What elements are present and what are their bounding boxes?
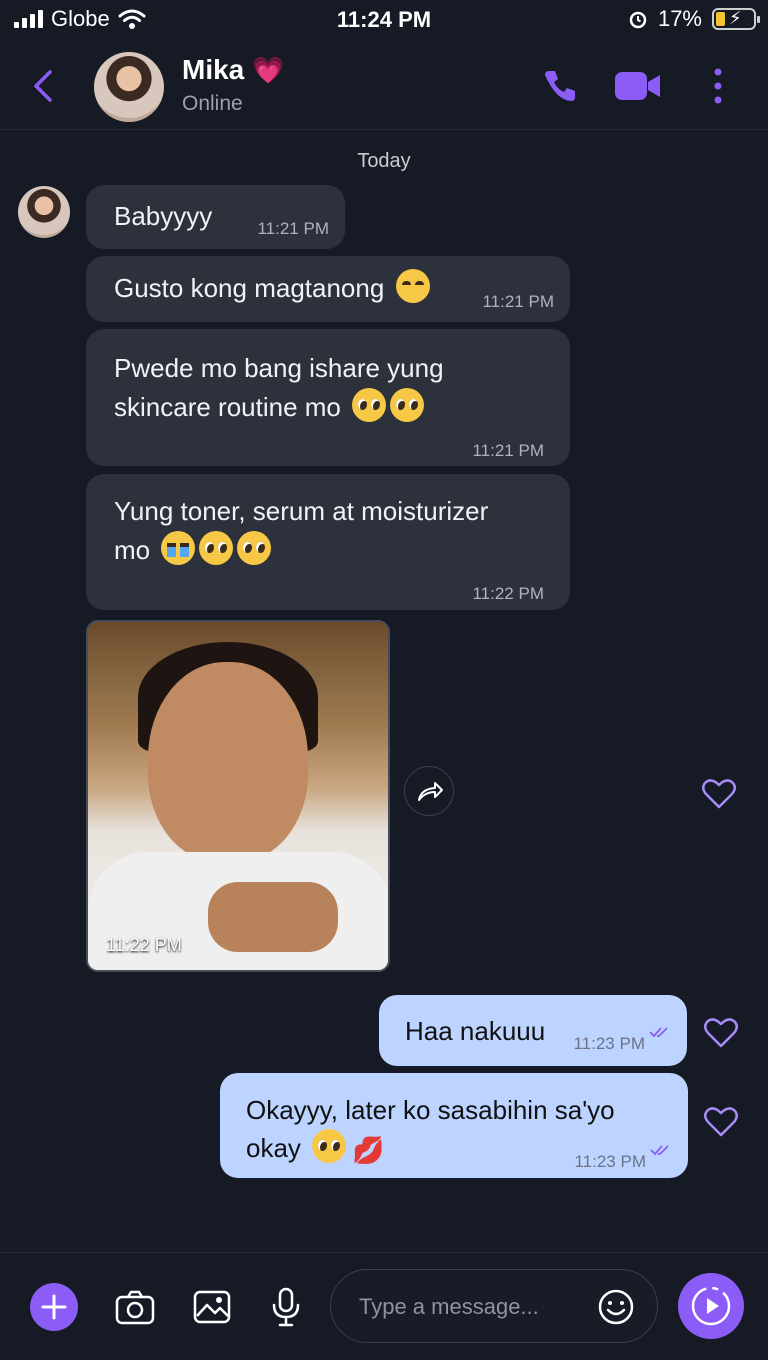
read-receipt-icon <box>650 1145 669 1156</box>
heart-outline-icon <box>704 1018 738 1048</box>
heart-outline-icon <box>704 1107 738 1137</box>
pleading-face-emoji-icon <box>352 388 387 422</box>
camera-button[interactable] <box>111 1283 159 1331</box>
video-call-button[interactable] <box>612 66 664 106</box>
message-text-line: mo <box>114 535 151 565</box>
voice-message-button[interactable] <box>262 1283 310 1331</box>
alarm-icon <box>629 11 647 29</box>
like-button[interactable] <box>701 776 737 810</box>
gallery-button[interactable] <box>188 1283 236 1331</box>
add-attachment-button[interactable] <box>30 1283 78 1331</box>
message-time: 11:21 PM <box>257 219 329 238</box>
pleading-face-emoji-icon <box>199 531 234 565</box>
smiling-face-emoji-icon <box>395 269 430 303</box>
forward-button[interactable] <box>404 766 454 816</box>
emoji-button[interactable] <box>597 1288 635 1326</box>
message-text-line: Pwede mo bang ishare yung <box>114 353 444 383</box>
message-text: Gusto kong magtanong <box>114 273 385 303</box>
read-receipt-icon <box>649 1027 668 1038</box>
incoming-message[interactable]: Babyyyy 11:21 PM <box>86 185 345 249</box>
more-vertical-icon <box>714 68 722 104</box>
incoming-message[interactable]: Gusto kong magtanong 11:21 PM <box>86 256 570 322</box>
message-text-line: skincare routine mo <box>114 392 341 422</box>
heart-outline-icon <box>702 779 736 809</box>
outgoing-message[interactable]: Haa nakuuu 11:23 PM <box>379 995 687 1066</box>
message-time: 11:21 PM <box>482 292 554 311</box>
phone-icon <box>545 71 575 101</box>
message-time: 11:22 PM <box>106 935 182 955</box>
message-text-line: Yung toner, serum at moisturizer <box>114 496 489 526</box>
composer-bar <box>0 1252 768 1360</box>
message-input-field[interactable] <box>330 1269 658 1343</box>
video-camera-icon <box>615 72 660 100</box>
camera-icon <box>115 1290 155 1325</box>
contact-name-row[interactable]: Mika 💗 <box>182 54 285 86</box>
pleading-face-emoji-icon <box>390 388 425 422</box>
chat-header: Mika 💗 Online <box>0 42 768 130</box>
like-button[interactable] <box>703 1104 739 1138</box>
pleading-face-emoji-icon <box>312 1129 347 1163</box>
message-time: 11:21 PM <box>472 441 544 460</box>
message-time: 11:23 PM <box>573 1034 645 1053</box>
battery-icon: ⚡ <box>712 8 760 30</box>
message-text-line: Okayyy, later ko sasabihin sa'yo <box>246 1095 615 1125</box>
microphone-icon <box>272 1287 300 1327</box>
incoming-message[interactable]: Yung toner, serum at moisturizer mo 11:2… <box>86 474 570 610</box>
share-arrow-icon <box>418 782 443 801</box>
more-options-button[interactable] <box>704 64 732 108</box>
plus-icon <box>41 1294 67 1320</box>
back-button[interactable] <box>24 64 64 108</box>
crying-face-emoji-icon <box>161 531 196 565</box>
heart-emoji-icon: 💗 <box>252 54 285 85</box>
contact-avatar[interactable] <box>94 52 164 122</box>
date-separator: Today <box>357 150 411 172</box>
kiss-mark-emoji-icon: 💋 <box>352 1135 385 1165</box>
video-message-button[interactable] <box>678 1273 744 1339</box>
message-time: 11:22 PM <box>472 584 544 603</box>
incoming-message[interactable]: Pwede mo bang ishare yung skincare routi… <box>86 329 570 466</box>
image-icon <box>193 1290 231 1324</box>
like-button[interactable] <box>703 1015 739 1049</box>
voice-call-button[interactable] <box>540 66 580 106</box>
message-text: Haa nakuuu <box>405 1016 546 1046</box>
message-text-line: okay <box>246 1133 301 1163</box>
image-message[interactable]: 11:22 PM <box>86 620 390 972</box>
message-time: 11:23 PM <box>574 1152 646 1171</box>
battery-percent: 17% <box>657 6 702 31</box>
contact-name: Mika <box>182 54 245 85</box>
status-bar: Globe 11:24 PM 17% ⚡ <box>0 0 768 40</box>
chevron-left-icon <box>34 70 52 102</box>
contact-status: Online <box>182 92 243 115</box>
smiley-icon <box>598 1289 634 1325</box>
pleading-face-emoji-icon <box>237 531 272 565</box>
sender-avatar[interactable] <box>18 186 70 238</box>
outgoing-message[interactable]: Okayyy, later ko sasabihin sa'yo okay 💋 … <box>220 1073 688 1178</box>
message-input[interactable] <box>359 1290 589 1324</box>
record-video-icon <box>691 1286 731 1326</box>
